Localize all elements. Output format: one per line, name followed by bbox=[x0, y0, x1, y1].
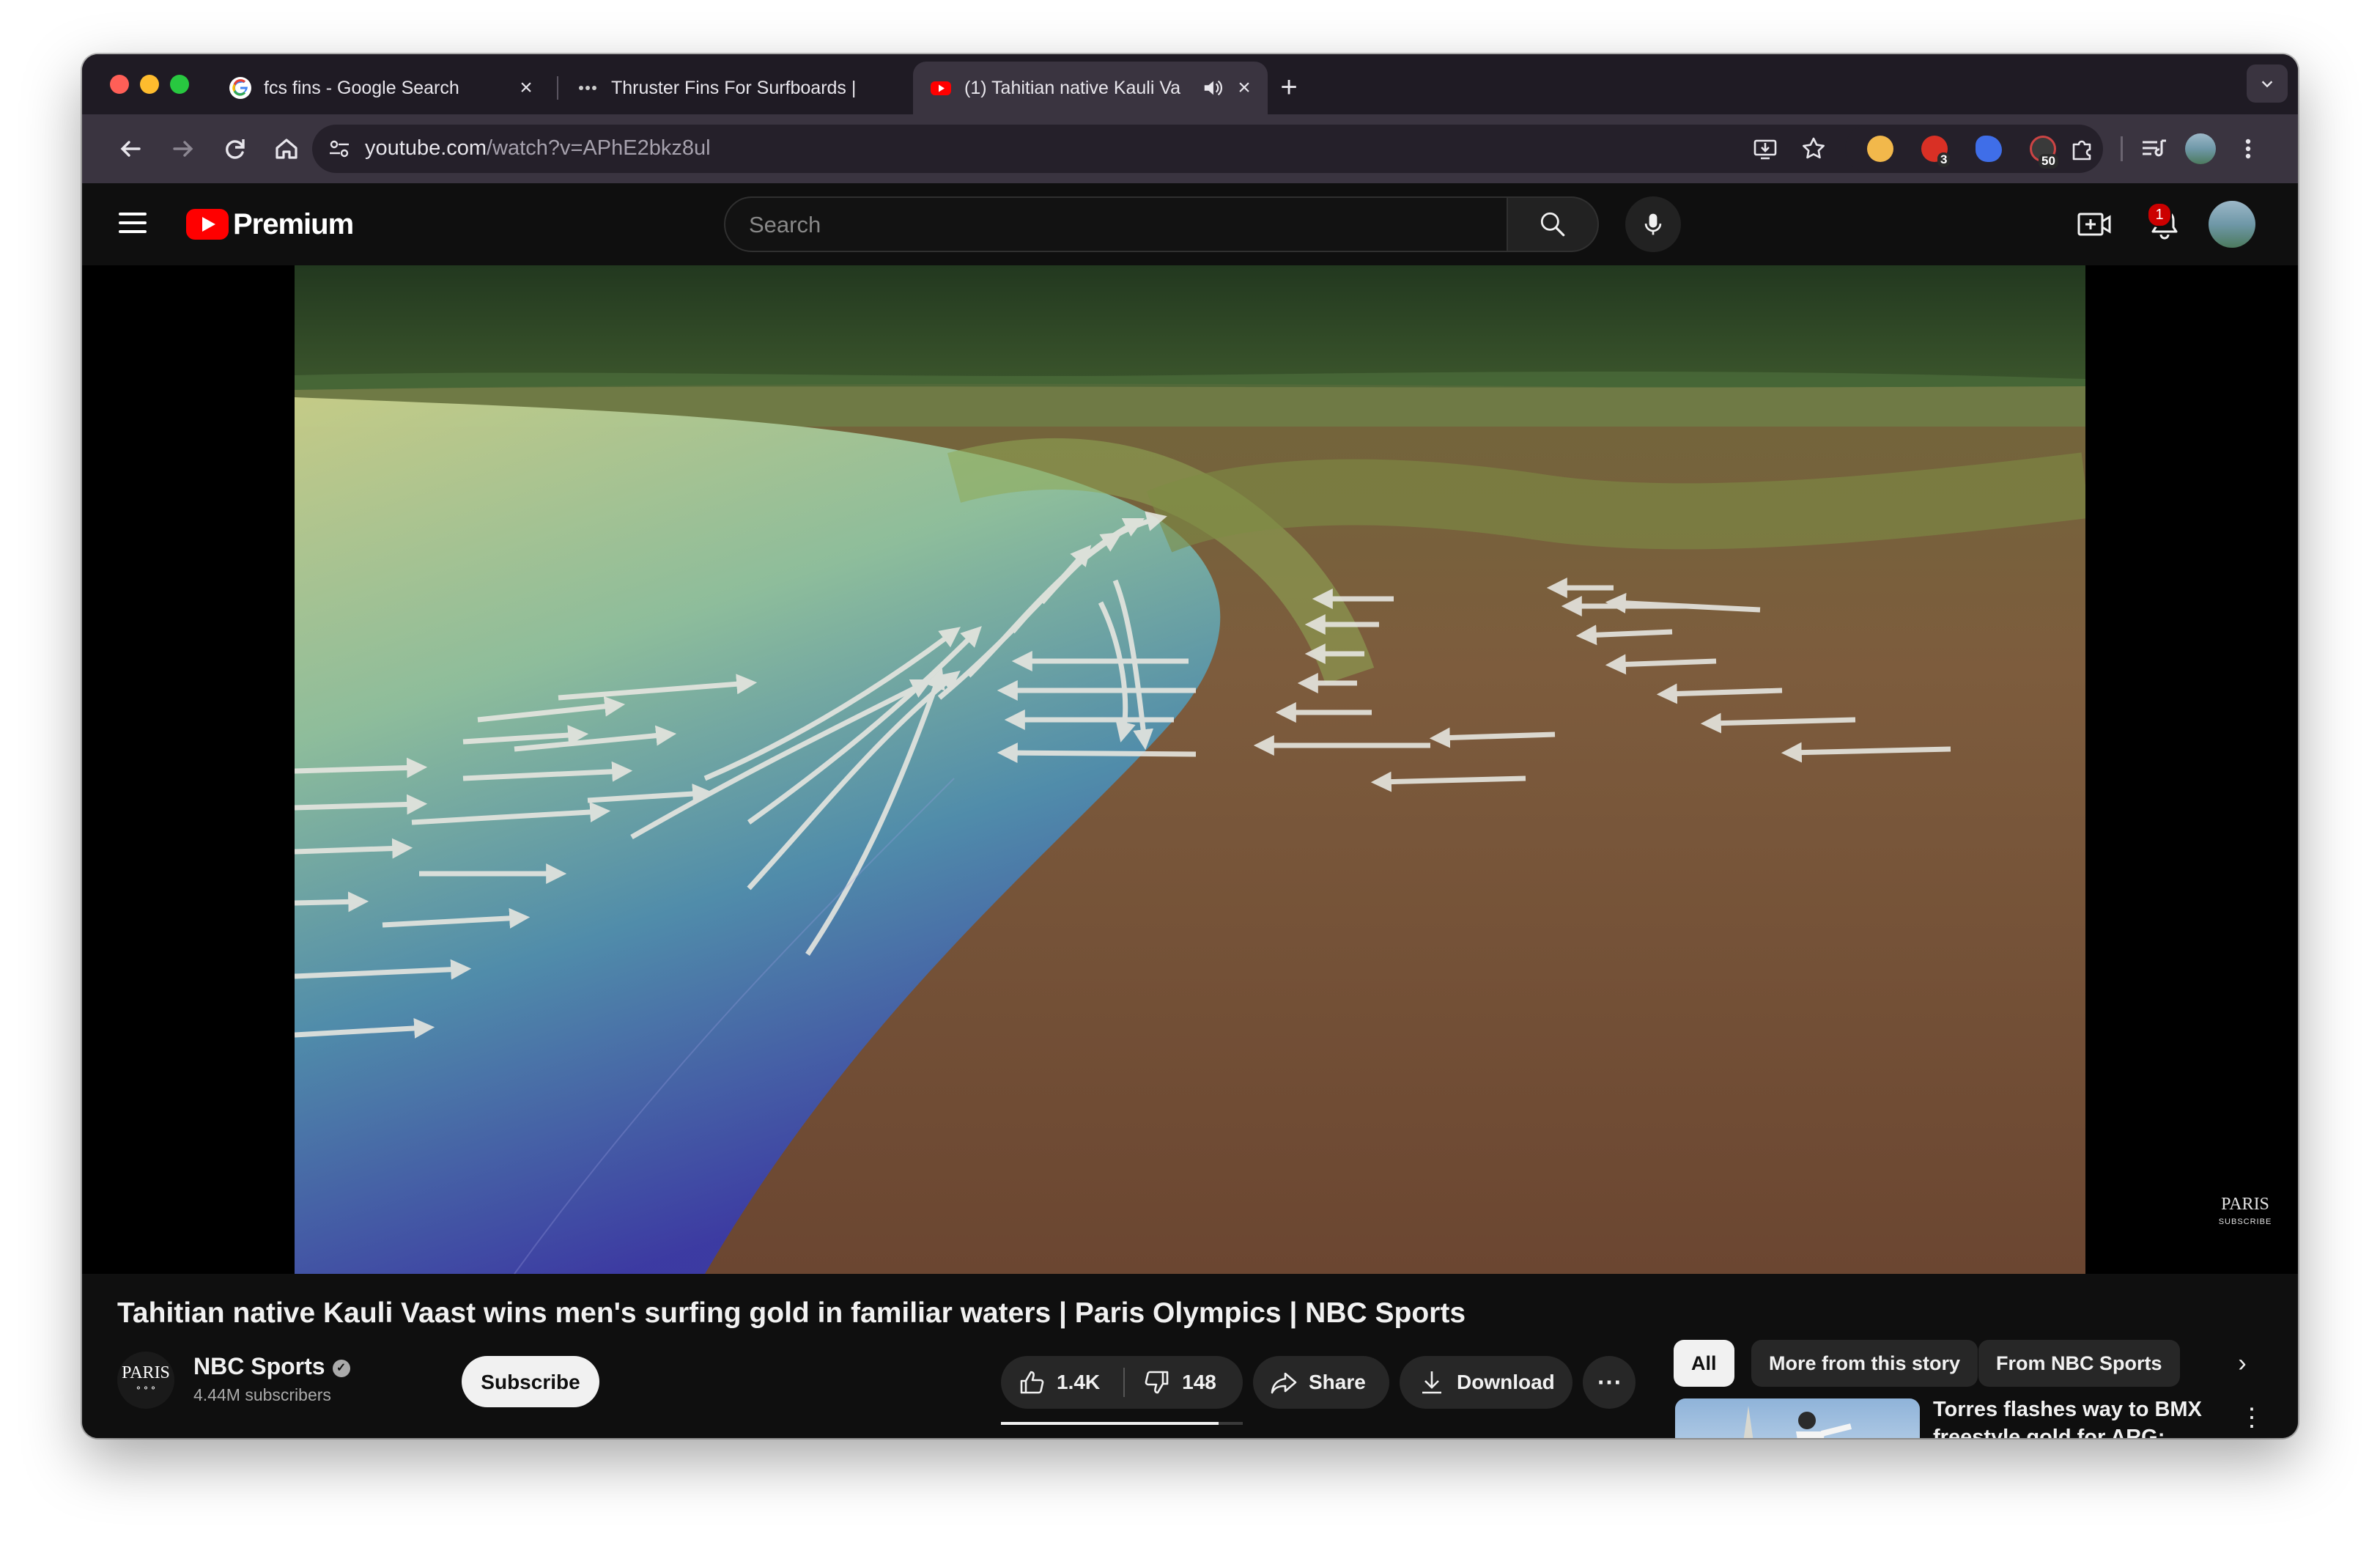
tab-strip: fcs fins - Google Search × Thruster Fins… bbox=[82, 54, 2298, 114]
google-g-icon bbox=[229, 77, 251, 99]
download-button[interactable]: Download bbox=[1400, 1356, 1572, 1409]
thumbs-down-icon[interactable] bbox=[1142, 1368, 1172, 1397]
browser-toolbar: youtube.com/watch?v=APhE2bkz8ul 3 50 bbox=[82, 114, 2298, 183]
blue-swirl-extension-icon[interactable] bbox=[1976, 136, 2002, 162]
url-text[interactable]: youtube.com/watch?v=APhE2bkz8ul bbox=[365, 136, 711, 161]
olympic-rings-icon: ⚬⚬⚬ bbox=[134, 1383, 158, 1393]
chips-next-chevron-icon[interactable]: › bbox=[2225, 1346, 2260, 1381]
more-actions-button[interactable]: ⋯ bbox=[1583, 1356, 1636, 1409]
recommendation-more-icon[interactable]: ⋮ bbox=[2239, 1403, 2264, 1432]
tab-close-icon[interactable]: × bbox=[1234, 75, 1254, 100]
speaker-audio-icon[interactable] bbox=[1202, 77, 1224, 99]
kebab-menu-icon[interactable] bbox=[2233, 130, 2263, 167]
tab-title: (1) Tahitian native Kauli Va bbox=[964, 77, 1181, 98]
address-bar[interactable]: youtube.com/watch?v=APhE2bkz8ul bbox=[312, 125, 1911, 173]
back-arrow-icon[interactable] bbox=[113, 130, 149, 167]
recommendation-title[interactable]: Torres flashes way to BMX freestyle gold… bbox=[1933, 1396, 2226, 1438]
like-ratio-fill bbox=[1001, 1422, 1219, 1425]
notification-count-badge: 1 bbox=[2147, 202, 2172, 227]
more-actions-icon: ⋯ bbox=[1597, 1368, 1622, 1396]
video-frame-wave-animation[interactable] bbox=[295, 265, 2085, 1274]
like-divider bbox=[1123, 1368, 1126, 1397]
extension-badge: 50 bbox=[2039, 154, 2058, 169]
chip-more-from-story[interactable]: More from this story bbox=[1751, 1340, 1978, 1387]
forward-arrow-icon[interactable] bbox=[164, 130, 201, 167]
dislike-count[interactable]: 148 bbox=[1182, 1371, 1216, 1394]
minimize-window-button[interactable] bbox=[140, 75, 159, 94]
share-label: Share bbox=[1309, 1371, 1366, 1393]
new-tab-button[interactable]: + bbox=[1271, 69, 1307, 106]
extensions-puzzle-icon[interactable] bbox=[2069, 136, 2096, 162]
moon-extension-icon[interactable] bbox=[1867, 136, 1893, 162]
like-dislike-group: 1.4K 148 bbox=[1001, 1356, 1243, 1409]
channel-name: NBC Sports bbox=[193, 1353, 325, 1379]
watermark-text: PARIS bbox=[2221, 1195, 2269, 1214]
tab-search-menu-button[interactable] bbox=[2247, 64, 2288, 103]
youtube-page: Premium 1 bbox=[82, 183, 2298, 1438]
url-host: youtube.com bbox=[365, 136, 487, 160]
tab-title: fcs fins - Google Search bbox=[264, 77, 459, 98]
channel-avatar-text: PARIS bbox=[122, 1363, 170, 1382]
search-input[interactable] bbox=[747, 208, 1483, 242]
subscriber-count: 4.44M subscribers bbox=[193, 1385, 331, 1404]
zoom-window-button[interactable] bbox=[170, 75, 189, 94]
like-ratio-bar bbox=[1001, 1422, 1243, 1425]
tab-google-search[interactable]: fcs fins - Google Search × bbox=[212, 62, 550, 114]
recommendation-thumbnail[interactable] bbox=[1675, 1398, 1920, 1438]
tab-close-icon[interactable]: × bbox=[516, 75, 536, 100]
create-video-icon[interactable] bbox=[2075, 205, 2113, 243]
video-title: Tahitian native Kauli Vaast wins men's s… bbox=[117, 1297, 1466, 1329]
browser-window: fcs fins - Google Search × Thruster Fins… bbox=[82, 54, 2298, 1438]
account-avatar[interactable] bbox=[2209, 201, 2255, 248]
profile-avatar[interactable] bbox=[2185, 133, 2216, 164]
bookmark-star-icon[interactable] bbox=[1800, 135, 1828, 163]
reading-list-icon[interactable] bbox=[2138, 133, 2170, 166]
chip-all[interactable]: All bbox=[1674, 1340, 1734, 1387]
search-box[interactable] bbox=[724, 196, 1508, 252]
youtube-icon bbox=[931, 81, 951, 95]
toolbar-separator bbox=[2121, 136, 2123, 161]
microphone-icon bbox=[1644, 213, 1662, 235]
logo-text: Premium bbox=[233, 207, 354, 240]
share-button[interactable]: Share bbox=[1253, 1356, 1389, 1409]
channel-avatar[interactable]: PARIS ⚬⚬⚬ bbox=[117, 1352, 174, 1409]
chevron-down-icon bbox=[2261, 81, 2273, 88]
close-window-button[interactable] bbox=[110, 75, 129, 94]
watermark-subscribe: SUBSCRIBE bbox=[2218, 1217, 2272, 1226]
youtube-play-icon bbox=[186, 209, 229, 240]
paris-watermark[interactable]: PARIS SUBSCRIBE bbox=[2216, 1195, 2274, 1226]
search-button[interactable] bbox=[1508, 196, 1599, 252]
url-path: /watch?v=APhE2bkz8ul bbox=[487, 136, 711, 160]
download-label: Download bbox=[1457, 1371, 1555, 1393]
share-arrow-icon bbox=[1271, 1372, 1297, 1394]
verified-check-icon: ✓ bbox=[332, 1359, 350, 1377]
youtube-premium-logo[interactable]: Premium bbox=[186, 207, 354, 240]
extension-badge: 3 bbox=[1937, 152, 1951, 167]
thumbs-up-icon[interactable] bbox=[1017, 1368, 1046, 1397]
tab-title: Thruster Fins For Surfboards | bbox=[611, 77, 857, 98]
chip-from-nbc-sports[interactable]: From NBC Sports bbox=[1978, 1340, 2180, 1387]
download-icon bbox=[1422, 1371, 1441, 1394]
tab-youtube-active[interactable]: (1) Tahitian native Kauli Va × bbox=[913, 62, 1268, 114]
hamburger-menu-icon[interactable] bbox=[119, 208, 147, 240]
reload-icon[interactable] bbox=[217, 130, 254, 167]
wave-current-graphic bbox=[295, 265, 2085, 1274]
install-app-icon[interactable] bbox=[1751, 135, 1779, 163]
subscribe-button[interactable]: Subscribe bbox=[462, 1356, 599, 1407]
tab-separator bbox=[557, 76, 558, 100]
search-icon bbox=[1540, 212, 1565, 237]
like-count[interactable]: 1.4K bbox=[1057, 1371, 1100, 1394]
youtube-masthead: Premium 1 bbox=[82, 183, 2298, 265]
extensions-group: 3 50 bbox=[1845, 125, 2103, 173]
store-dots-icon bbox=[579, 86, 596, 90]
voice-search-button[interactable] bbox=[1625, 196, 1681, 252]
video-player[interactable]: PARIS SUBSCRIBE bbox=[82, 265, 2298, 1274]
channel-name-row[interactable]: NBC Sports ✓ bbox=[193, 1353, 350, 1380]
site-settings-tune-icon[interactable] bbox=[327, 136, 352, 161]
home-icon[interactable] bbox=[268, 130, 305, 167]
thumbnail-image bbox=[1743, 1406, 1852, 1438]
